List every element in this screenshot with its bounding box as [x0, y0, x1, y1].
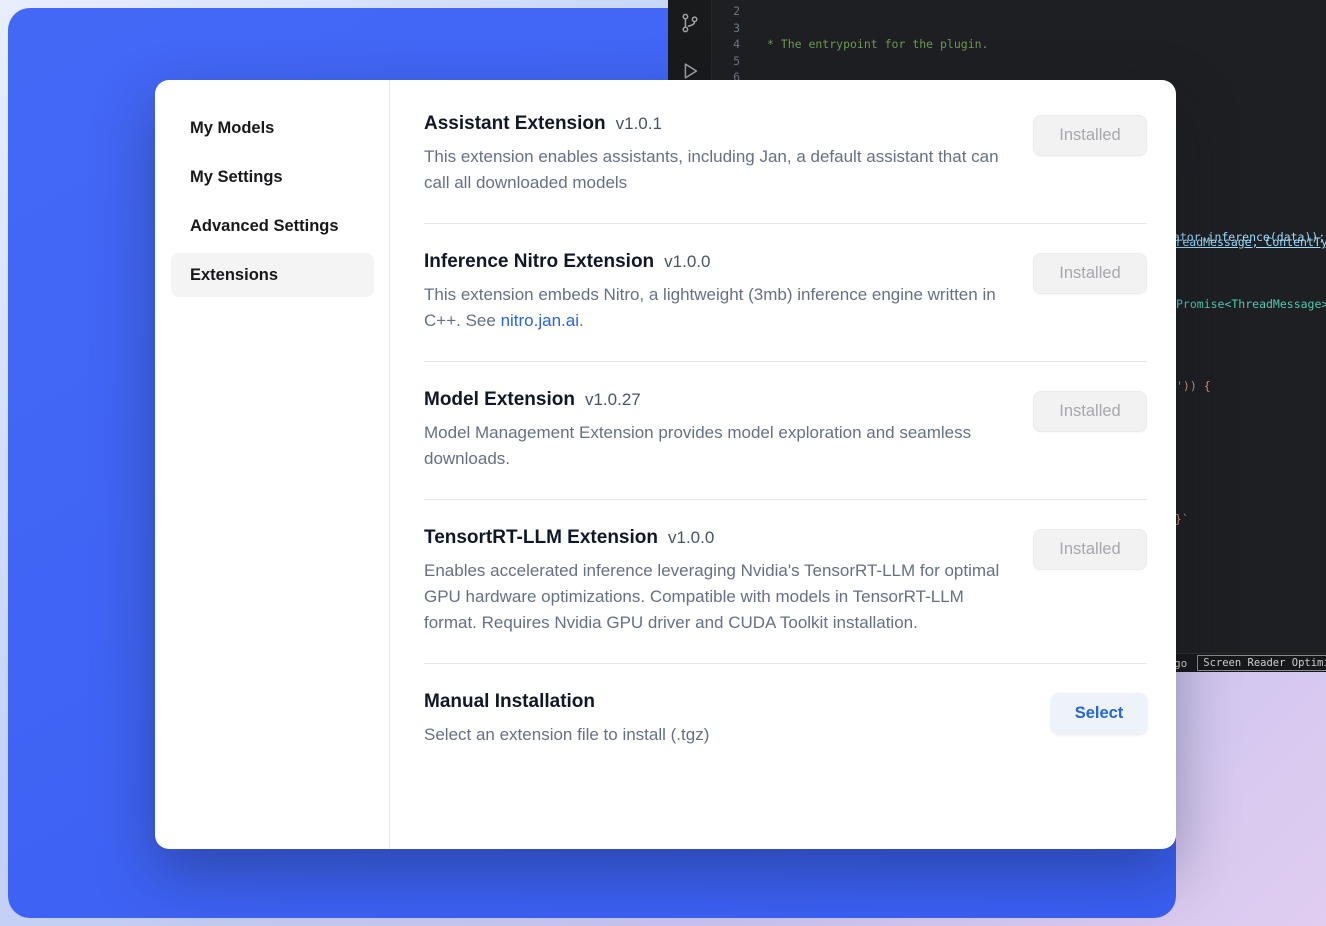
extension-description: This extension embeds Nitro, a lightweig… [424, 282, 1009, 334]
sidebar-item-extensions[interactable]: Extensions [171, 253, 374, 297]
extension-name: Model Extension [424, 389, 575, 410]
settings-modal: My Models My Settings Advanced Settings … [155, 80, 1176, 849]
installed-button[interactable]: Installed [1033, 253, 1147, 294]
extension-row-nitro: Inference Nitro Extension v1.0.0 This ext… [424, 223, 1147, 361]
sidebar-item-my-settings[interactable]: My Settings [171, 155, 374, 199]
extension-title-line: Manual Installation [424, 691, 1009, 713]
extension-version: v1.0.27 [585, 390, 641, 409]
source-control-icon[interactable] [679, 12, 701, 34]
manual-installation-title: Manual Installation [424, 691, 595, 712]
extension-description: Model Management Extension provides mode… [424, 420, 1009, 472]
extension-name: Inference Nitro Extension [424, 251, 654, 272]
extension-name: TensortRT-LLM Extension [424, 527, 658, 548]
extension-name: Assistant Extension [424, 113, 606, 134]
code-fragment: ')) { [1176, 379, 1211, 393]
extension-row-model: Model Extension v1.0.27 Model Management … [424, 361, 1147, 499]
extension-title-line: Inference Nitro Extension v1.0.0 [424, 251, 1009, 273]
extension-version: v1.0.1 [616, 114, 662, 133]
description-text: . [579, 311, 584, 330]
extension-row-assistant: Assistant Extension v1.0.1 This extension… [424, 86, 1147, 223]
extensions-list: Assistant Extension v1.0.1 This extension… [390, 80, 1176, 849]
installed-button[interactable]: Installed [1033, 391, 1147, 432]
sidebar-item-my-models[interactable]: My Models [171, 106, 374, 150]
line-number-gutter: 2 3 4 5 6 [712, 3, 740, 86]
installed-button[interactable]: Installed [1033, 115, 1147, 156]
line-number: 4 [712, 36, 740, 53]
select-file-button[interactable]: Select [1051, 693, 1147, 734]
code-fragment: rator.inference(data)); [1166, 230, 1325, 244]
manual-installation-row: Manual Installation Select an extension … [424, 663, 1147, 775]
sidebar-item-advanced-settings[interactable]: Advanced Settings [171, 204, 374, 248]
extension-description: Enables accelerated inference leveraging… [424, 558, 1009, 636]
manual-installation-description: Select an extension file to install (.tg… [424, 722, 1009, 748]
extension-title-line: TensortRT-LLM Extension v1.0.0 [424, 527, 1009, 549]
extension-description: This extension enables assistants, inclu… [424, 144, 1009, 196]
line-number: 3 [712, 20, 740, 37]
extension-row-tensorrt: TensortRT-LLM Extension v1.0.0 Enables ac… [424, 499, 1147, 663]
settings-sidebar: My Models My Settings Advanced Settings … [155, 80, 390, 849]
nitro-jan-ai-link[interactable]: nitro.jan.ai [501, 311, 579, 330]
extension-title-line: Assistant Extension v1.0.1 [424, 113, 1009, 135]
line-number: 2 [712, 3, 740, 20]
installed-button[interactable]: Installed [1033, 529, 1147, 570]
code-line: * The entrypoint for the plugin. [760, 36, 1326, 53]
screen-reader-badge[interactable]: Screen Reader Optimized [1197, 655, 1326, 671]
extension-version: v1.0.0 [668, 528, 714, 547]
extension-title-line: Model Extension v1.0.27 [424, 389, 1009, 411]
extension-version: v1.0.0 [664, 252, 710, 271]
run-debug-icon[interactable] [679, 60, 701, 82]
code-fragment: Promise<ThreadMessage> [1176, 297, 1326, 311]
line-number: 5 [712, 53, 740, 70]
